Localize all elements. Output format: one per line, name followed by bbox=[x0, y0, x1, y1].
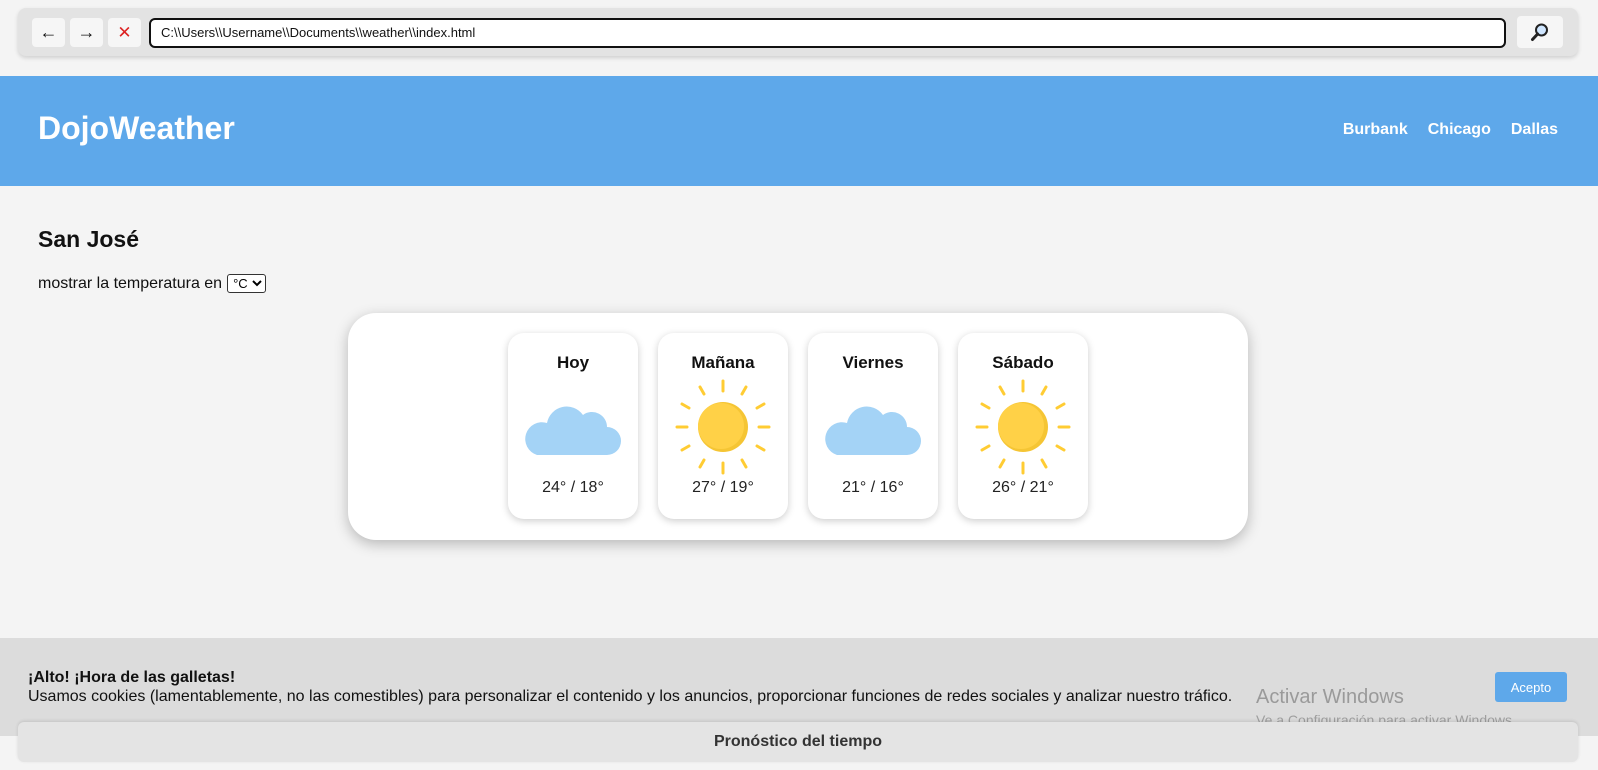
cookie-text: Usamos cookies (lamentablemente, no las … bbox=[28, 688, 1233, 705]
day-temperatures: 26° / 21° bbox=[992, 479, 1054, 496]
search-icon bbox=[1531, 23, 1548, 41]
day-temperatures: 27° / 19° bbox=[692, 479, 754, 496]
stop-button[interactable]: ✕ bbox=[108, 18, 141, 47]
city-link-chicago[interactable]: Chicago bbox=[1428, 121, 1491, 139]
unit-row: mostrar la temperatura en °C °F bbox=[38, 274, 267, 293]
unit-select[interactable]: °C °F bbox=[227, 274, 267, 293]
sun-icon bbox=[675, 379, 771, 475]
day-name: Hoy bbox=[556, 353, 590, 372]
city-nav: Burbank Chicago Dallas bbox=[1343, 121, 1558, 139]
site-header: DojoWeather Burbank Chicago Dallas bbox=[0, 76, 1598, 186]
back-button[interactable]: ← bbox=[32, 18, 65, 47]
city-title: San José bbox=[38, 226, 139, 252]
forecast-panel: Hoy 24° / 18° Mañana 27° / 19° Viernes 2… bbox=[348, 313, 1248, 540]
day-name: Mañana bbox=[691, 353, 755, 372]
footer-bar: Pronóstico del tiempo bbox=[18, 722, 1578, 762]
city-link-burbank[interactable]: Burbank bbox=[1343, 121, 1408, 139]
cloud-icon bbox=[825, 406, 921, 455]
browser-chrome: ← → ✕ C:\\Users\\Username\\Documents\\we… bbox=[0, 0, 1598, 76]
accept-cookies-button[interactable]: Acepto bbox=[1495, 672, 1567, 702]
sun-icon bbox=[975, 379, 1071, 475]
day-temperatures: 21° / 16° bbox=[842, 479, 904, 496]
windows-activation-title: Activar Windows bbox=[1256, 686, 1404, 708]
address-bar[interactable]: C:\\Users\\Username\\Documents\\weather\… bbox=[149, 18, 1506, 48]
forecast-card: Mañana 27° / 19° bbox=[658, 333, 788, 519]
search-button[interactable] bbox=[1517, 16, 1563, 48]
forecast-card: Viernes 21° / 16° bbox=[808, 333, 938, 519]
cookie-title: ¡Alto! ¡Hora de las galletas! bbox=[28, 669, 236, 686]
forecast-card: Hoy 24° / 18° bbox=[508, 333, 638, 519]
browser-toolbar: ← → ✕ C:\\Users\\Username\\Documents\\we… bbox=[18, 8, 1578, 56]
forward-button[interactable]: → bbox=[70, 18, 103, 47]
day-name: Viernes bbox=[842, 353, 904, 372]
cloud-icon bbox=[525, 406, 621, 455]
city-link-dallas[interactable]: Dallas bbox=[1511, 121, 1558, 139]
day-name: Sábado bbox=[992, 353, 1054, 372]
forecast-card: Sábado 26° / 21° bbox=[958, 333, 1088, 519]
unit-prompt: mostrar la temperatura en bbox=[38, 274, 223, 292]
site-logo[interactable]: DojoWeather bbox=[38, 110, 235, 147]
day-temperatures: 24° / 18° bbox=[542, 479, 604, 496]
